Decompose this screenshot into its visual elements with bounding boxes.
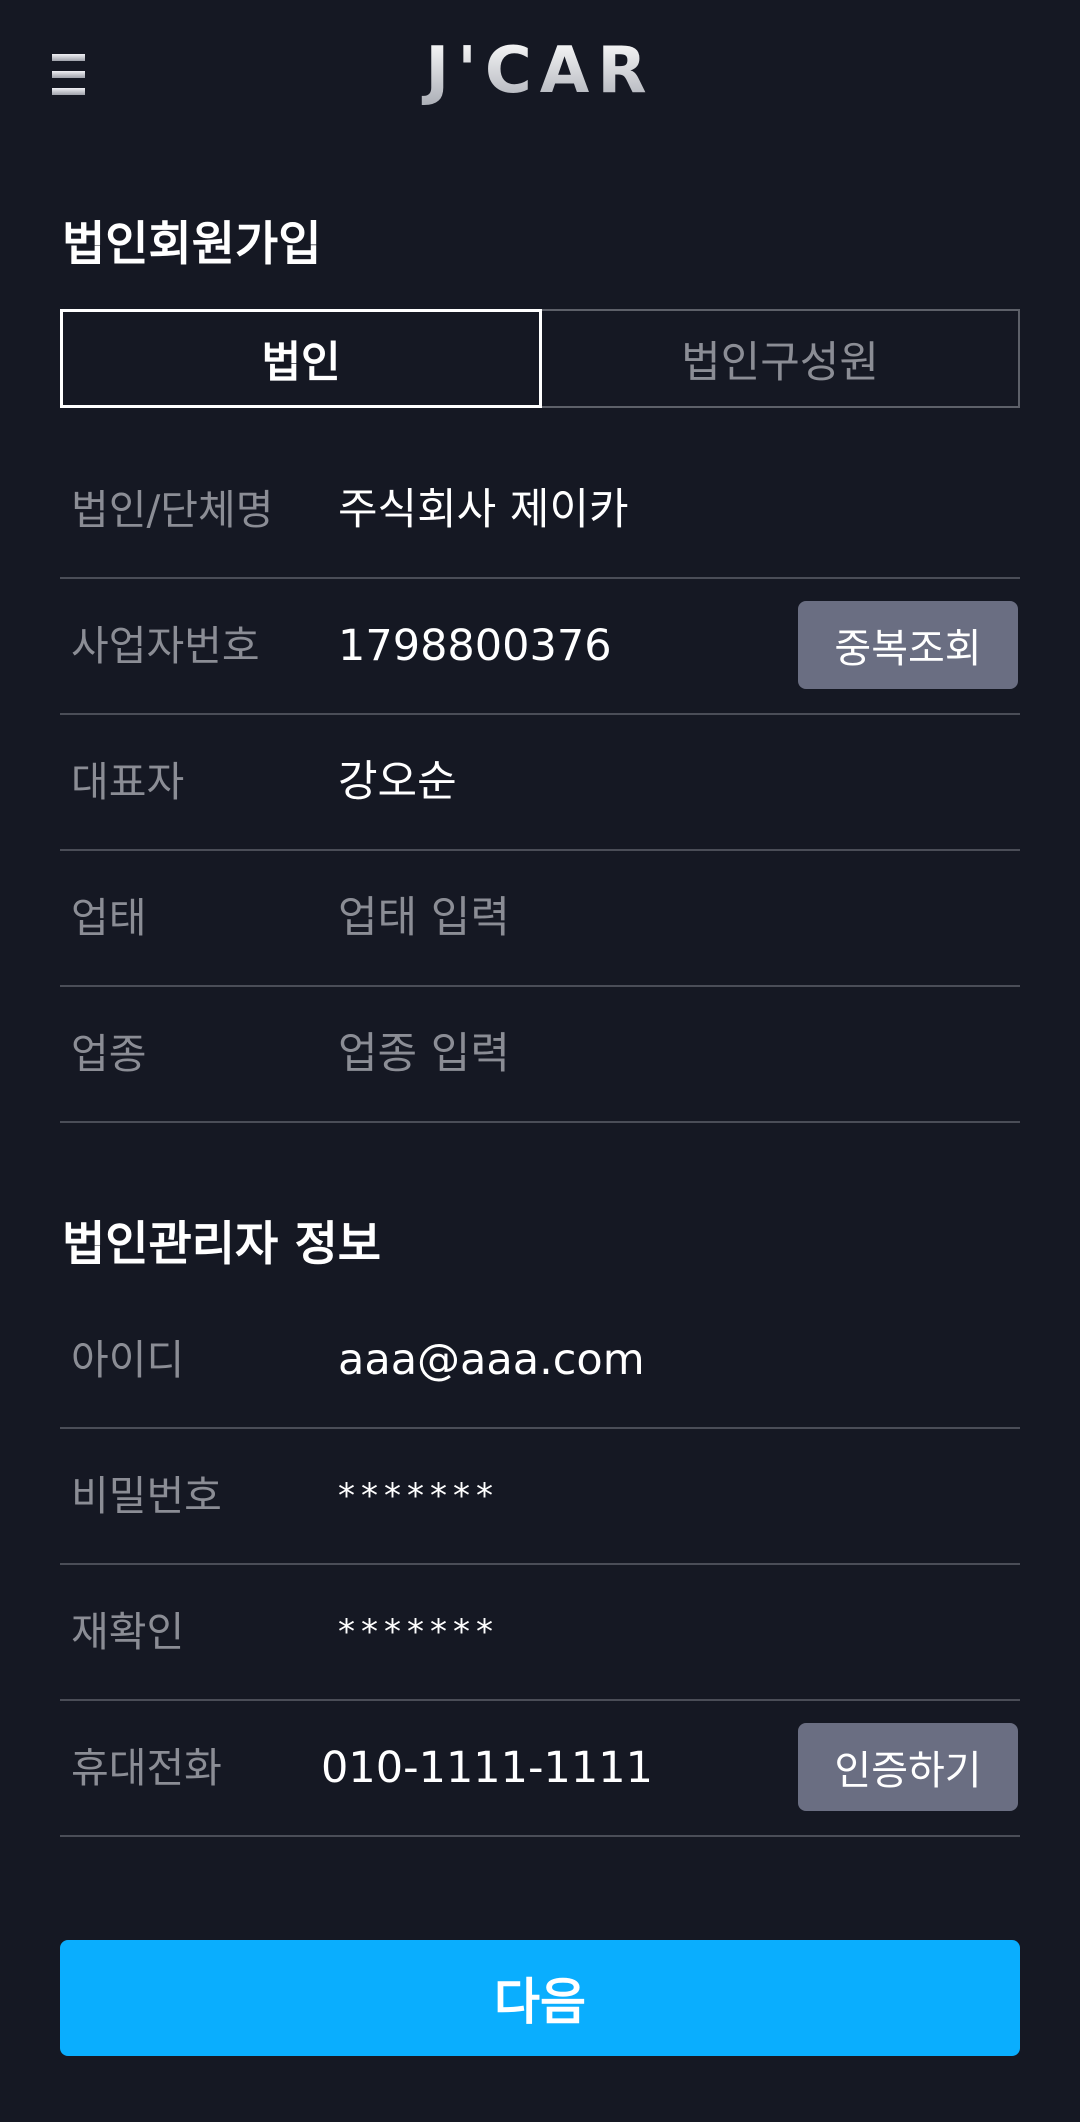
signup-screen: J'CAR 법인회원가입 법인 법인구성원 법인/단체명 주식회사 제이카 사업…: [0, 0, 1080, 2122]
phone-row: 휴대전화 010-1111-1111 인증하기: [60, 1701, 1020, 1837]
user-id-label: 아이디: [71, 1336, 185, 1384]
next-button[interactable]: 다음: [60, 1940, 1020, 2056]
phone-field[interactable]: 010-1111-1111: [321, 1701, 801, 1835]
business-number-label: 사업자번호: [71, 622, 260, 670]
phone-label: 휴대전화: [71, 1744, 222, 1792]
user-id-row: 아이디 aaa@aaa.com: [60, 1293, 1020, 1429]
password-confirm-label: 재확인: [71, 1608, 185, 1656]
member-type-tabs: 법인 법인구성원: [60, 309, 1020, 408]
representative-field[interactable]: 강오순: [338, 715, 818, 849]
business-type-row: 업태 업태 입력: [60, 851, 1020, 987]
password-row: 비밀번호 *******: [60, 1429, 1020, 1565]
admin-section-title: 법인관리자 정보: [62, 1217, 382, 1272]
business-type-input[interactable]: 업태 입력: [338, 851, 818, 985]
password-confirm-row: 재확인 *******: [60, 1565, 1020, 1701]
verify-phone-button[interactable]: 인증하기: [798, 1723, 1018, 1811]
password-confirm-field[interactable]: *******: [338, 1565, 818, 1699]
company-name-row: 법인/단체명 주식회사 제이카: [60, 443, 1020, 579]
company-name-label: 법인/단체명: [71, 486, 274, 534]
duplicate-check-button[interactable]: 중복조회: [798, 601, 1018, 689]
business-number-row: 사업자번호 1798800376 중복조회: [60, 579, 1020, 715]
page-title: 법인회원가입: [62, 217, 322, 272]
representative-label: 대표자: [71, 758, 185, 806]
tab-corporation[interactable]: 법인: [60, 309, 542, 408]
tab-corporation-member[interactable]: 법인구성원: [542, 309, 1020, 408]
password-label: 비밀번호: [71, 1472, 222, 1520]
business-number-field[interactable]: 1798800376: [338, 579, 818, 713]
user-id-field[interactable]: aaa@aaa.com: [338, 1293, 818, 1427]
business-type-label: 업태: [71, 894, 147, 942]
business-item-label: 업종: [71, 1030, 147, 1078]
business-item-input[interactable]: 업종 입력: [338, 987, 818, 1121]
header: J'CAR: [0, 0, 1080, 150]
password-field[interactable]: *******: [338, 1429, 818, 1563]
representative-row: 대표자 강오순: [60, 715, 1020, 851]
business-item-row: 업종 업종 입력: [60, 987, 1020, 1123]
logo: J'CAR: [0, 34, 1080, 108]
company-name-field[interactable]: 주식회사 제이카: [338, 443, 818, 577]
